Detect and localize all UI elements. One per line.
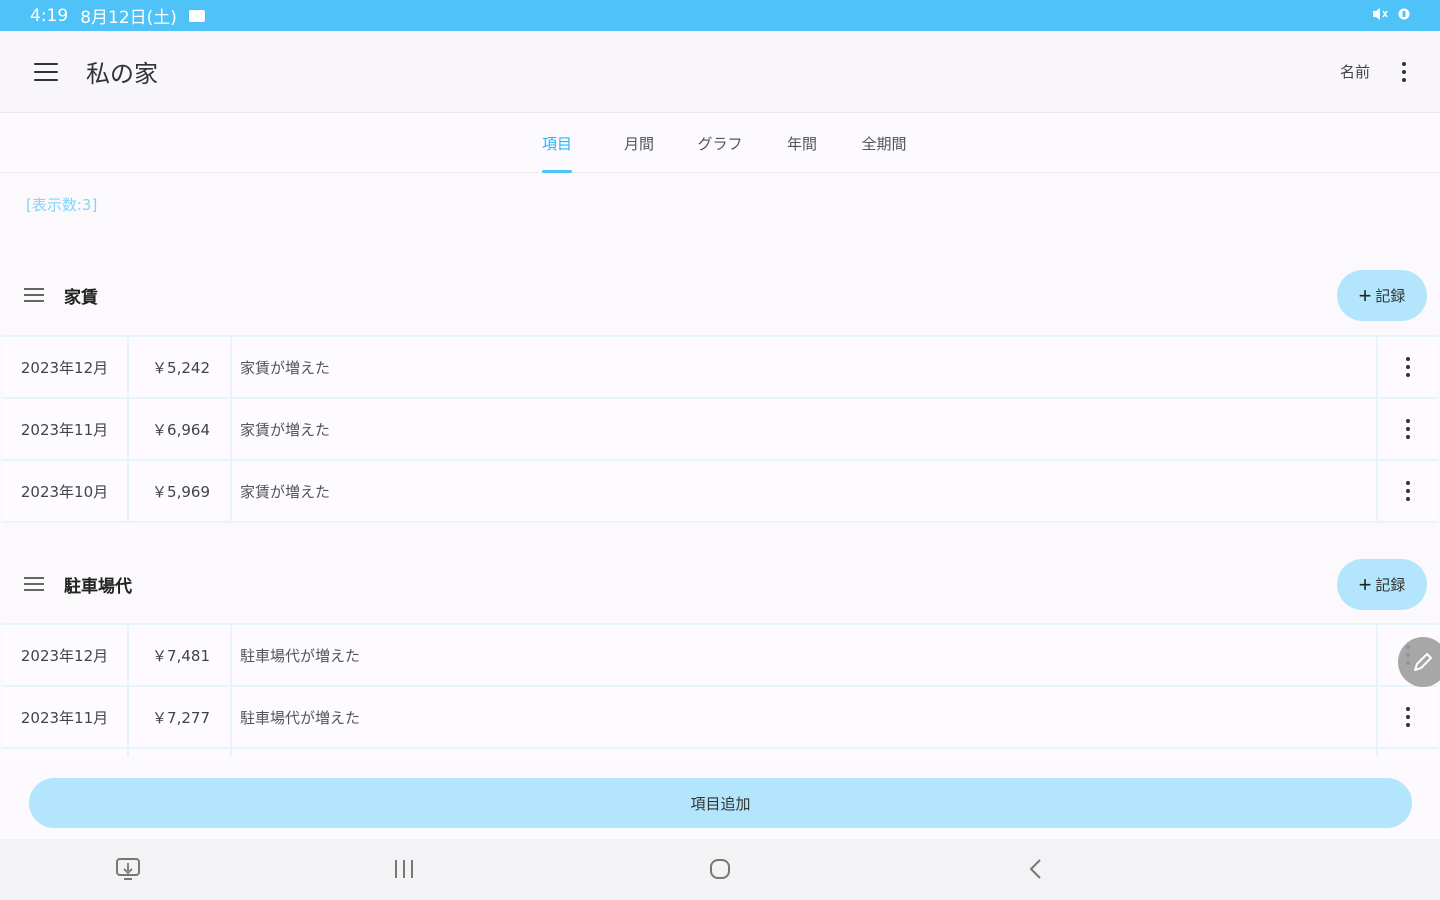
app-bar: 私の家 名前 [0, 31, 1440, 113]
sort-button[interactable]: 名前 [1340, 61, 1370, 82]
back-icon[interactable] [1016, 854, 1056, 884]
date-cell: 2023年11月 [2, 687, 129, 747]
system-nav-bar [0, 839, 1440, 900]
more-vert-icon[interactable] [1398, 61, 1410, 82]
drag-handle-icon[interactable] [24, 288, 44, 302]
home-icon[interactable] [700, 854, 740, 884]
row-menu-button[interactable] [1378, 337, 1438, 397]
date-cell: 2023年11月 [2, 399, 129, 459]
row-menu-button[interactable] [1378, 399, 1438, 459]
page-title: 私の家 [86, 60, 158, 88]
drag-handle-icon[interactable] [24, 577, 44, 591]
section-header: 駐車場代 + 記録 [0, 556, 1440, 612]
table-row: 2023年11月 ￥7,277 駐車場代が増えた [2, 687, 1438, 749]
record-button-label: 記録 [1375, 577, 1406, 594]
table-row [2, 749, 1438, 757]
add-item-bar: 項目追加 [0, 757, 1440, 839]
amount-cell: ￥5,242 [129, 337, 232, 397]
gallery-icon [188, 9, 205, 22]
more-vert-icon [1402, 357, 1414, 377]
status-date: 8月12日(土) [80, 8, 177, 28]
tab-all-time[interactable]: 全期間 [852, 113, 916, 173]
battery-icon [1398, 7, 1410, 25]
table-row: 2023年12月 ￥5,242 家賃が増えた [2, 337, 1438, 399]
tab-label: 項目 [541, 134, 572, 153]
tab-label: 月間 [623, 134, 654, 153]
display-count: [表示数:3] [26, 196, 98, 214]
row-menu-button[interactable] [1378, 687, 1438, 747]
memo-cell: 駐車場代が増えた [232, 625, 1378, 685]
pencil-icon [1414, 653, 1432, 671]
tab-bar: 項目 月間 グラフ 年間 全期間 [0, 113, 1440, 173]
add-item-button[interactable]: 項目追加 [29, 778, 1412, 828]
section-title: 駐車場代 [64, 576, 132, 597]
status-bar: 4:19 8月12日(土) [0, 0, 1440, 31]
section-title: 家賃 [64, 287, 98, 308]
mute-icon [1372, 7, 1388, 25]
recents-icon[interactable] [384, 854, 424, 884]
records-table: 2023年12月 ￥5,242 家賃が増えた 2023年11月 ￥6,964 家… [2, 335, 1438, 523]
record-button[interactable]: + 記録 [1337, 270, 1427, 321]
tab-yearly[interactable]: 年間 [778, 113, 826, 173]
table-row: 2023年11月 ￥6,964 家賃が増えた [2, 399, 1438, 461]
tab-label: グラフ [697, 134, 743, 153]
memo-cell: 駐車場代が増えた [232, 687, 1378, 747]
memo-cell: 家賃が増えた [232, 461, 1378, 521]
table-row: 2023年10月 ￥5,969 家賃が増えた [2, 461, 1438, 523]
tab-items[interactable]: 項目 [536, 113, 578, 173]
tab-indicator [542, 170, 572, 173]
more-vert-icon [1402, 707, 1414, 727]
amount-cell: ￥5,969 [129, 461, 232, 521]
tab-graph[interactable]: グラフ [688, 113, 752, 173]
amount-cell: ￥6,964 [129, 399, 232, 459]
more-vert-icon [1402, 481, 1414, 501]
row-menu-button[interactable] [1378, 461, 1438, 521]
amount-cell: ￥7,481 [129, 625, 232, 685]
edit-fab[interactable] [1398, 637, 1440, 687]
plus-icon: + [1358, 571, 1372, 597]
record-button[interactable]: + 記録 [1337, 559, 1427, 610]
amount-cell: ￥7,277 [129, 687, 232, 747]
section-header: 家賃 + 記録 [0, 267, 1440, 323]
status-time: 4:19 [30, 5, 69, 26]
more-vert-icon [1402, 419, 1414, 439]
tab-label: 全期間 [861, 134, 907, 153]
plus-icon: + [1358, 282, 1372, 308]
memo-cell: 家賃が増えた [232, 337, 1378, 397]
screenshot-icon[interactable] [108, 854, 148, 884]
hamburger-icon[interactable] [34, 62, 58, 81]
tab-monthly[interactable]: 月間 [615, 113, 663, 173]
date-cell: 2023年12月 [2, 337, 129, 397]
date-cell: 2023年12月 [2, 625, 129, 685]
tab-label: 年間 [786, 134, 817, 153]
memo-cell: 家賃が増えた [232, 399, 1378, 459]
date-cell: 2023年10月 [2, 461, 129, 521]
records-table: 2023年12月 ￥7,481 駐車場代が増えた 2023年11月 ￥7,277… [2, 623, 1438, 757]
table-row: 2023年12月 ￥7,481 駐車場代が増えた [2, 625, 1438, 687]
record-button-label: 記録 [1375, 288, 1406, 305]
